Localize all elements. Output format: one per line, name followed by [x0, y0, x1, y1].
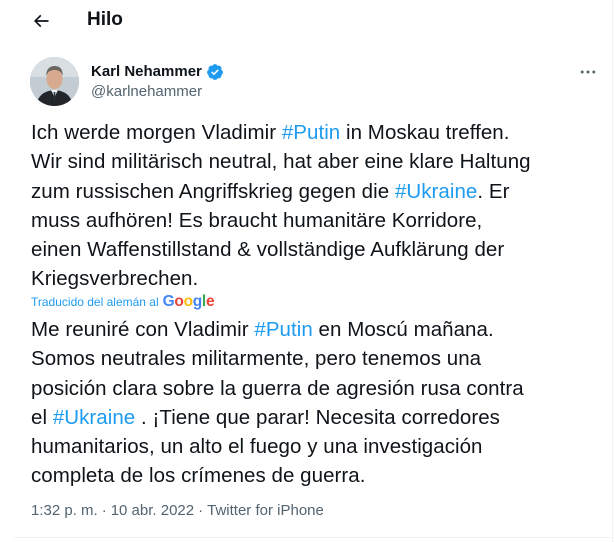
- verified-badge-icon: [207, 64, 223, 80]
- translation-line: Me reuniré con Vladimir #Putin en Moscú …: [31, 315, 601, 344]
- more-options-button[interactable]: [576, 60, 600, 84]
- meta-separator: ·: [198, 502, 204, 519]
- translation-line: posición clara sobre la guerra de agresi…: [31, 374, 601, 403]
- tweet-text: Ich werde morgen Vladimir #Putin in Mosk…: [31, 118, 601, 294]
- translation-line: Somos neutrales militarmente, pero tenem…: [31, 344, 601, 373]
- translated-by-google[interactable]: Traducido del alemán al Google: [31, 292, 215, 312]
- tweet-time[interactable]: 1:32 p. m.: [31, 502, 98, 519]
- divider: [14, 537, 613, 538]
- translation-line: humanitarios, un alto el fuego y una inv…: [31, 432, 601, 461]
- text-segment: en Moscú mañana.: [312, 318, 494, 341]
- tweet-line: zum russischen Angriffskrieg gegen die #…: [31, 177, 601, 206]
- avatar-photo: [30, 57, 79, 106]
- text-segment: . Er: [477, 179, 510, 203]
- thread-page: Hilo Karl Nehammer @karlnehammer Ich wer…: [0, 0, 613, 542]
- text-segment: Kriegsverbrechen.: [31, 267, 199, 291]
- meta-separator: ·: [101, 502, 107, 519]
- text-segment: einen Waffenstillstand & vollständige Au…: [31, 238, 505, 262]
- text-segment: posición clara sobre la guerra de agresi…: [31, 376, 524, 400]
- author-handle[interactable]: @karlnehammer: [91, 83, 202, 101]
- translation-line: completa de los crímenes de guerra.: [31, 461, 601, 490]
- text-segment: muss aufhören! Es braucht humanitäre Kor…: [31, 208, 483, 232]
- tweet-line: Ich werde morgen Vladimir #Putin in Mosk…: [31, 118, 601, 147]
- author-name-row[interactable]: Karl Nehammer: [91, 62, 224, 82]
- translation-line: el #Ukraine . ¡Tiene que parar! Necesita…: [31, 403, 601, 432]
- arrow-left-icon: [33, 14, 49, 28]
- author-name[interactable]: Karl Nehammer: [91, 63, 202, 81]
- tweet-line: Kriegsverbrechen.: [31, 264, 601, 293]
- text-segment: completa de los crímenes de guerra.: [31, 464, 366, 488]
- tweet-meta: 1:32 p. m. · 10 abr. 2022 · Twitter for iPho…: [31, 501, 324, 521]
- text-segment: Ich werde morgen Vladimir: [31, 121, 282, 144]
- text-segment: Wir sind militärisch neutral, hat aber e…: [31, 150, 531, 174]
- tweet-line: Wir sind militärisch neutral, hat aber e…: [31, 147, 601, 176]
- text-segment: Somos neutrales militarmente, pero tenem…: [31, 347, 482, 371]
- text-segment: . ¡Tiene que parar! Necesita corredores: [135, 405, 500, 429]
- translation-label[interactable]: Traducido del alemán al: [31, 295, 159, 309]
- hashtag-link[interactable]: #Putin: [282, 121, 340, 144]
- text-segment: Me reuniré con Vladimir: [31, 318, 255, 341]
- tweet-line: einen Waffenstillstand & vollständige Au…: [31, 235, 601, 264]
- tweet-line: muss aufhören! Es braucht humanitäre Kor…: [31, 206, 601, 235]
- text-segment: in Moskau treffen.: [340, 121, 510, 144]
- back-button[interactable]: [26, 6, 56, 36]
- avatar[interactable]: [30, 57, 79, 106]
- translated-text: Me reuniré con Vladimir #Putin en Moscú …: [31, 315, 601, 491]
- text-segment: zum russischen Angriffskrieg gegen die: [31, 179, 395, 203]
- text-segment: el: [31, 405, 53, 429]
- page-title: Hilo: [87, 9, 123, 30]
- text-segment: humanitarios, un alto el fuego y una inv…: [31, 435, 483, 459]
- thread-header: Hilo: [0, 0, 613, 42]
- tweet-source[interactable]: Twitter for iPhone: [207, 502, 324, 519]
- hashtag-link[interactable]: #Ukraine: [395, 180, 477, 203]
- more-horizontal-icon: [580, 70, 596, 74]
- google-logo: Google: [162, 293, 215, 310]
- hashtag-link[interactable]: #Ukraine: [53, 406, 135, 429]
- tweet-date[interactable]: 10 abr. 2022: [111, 502, 194, 519]
- hashtag-link[interactable]: #Putin: [254, 318, 312, 341]
